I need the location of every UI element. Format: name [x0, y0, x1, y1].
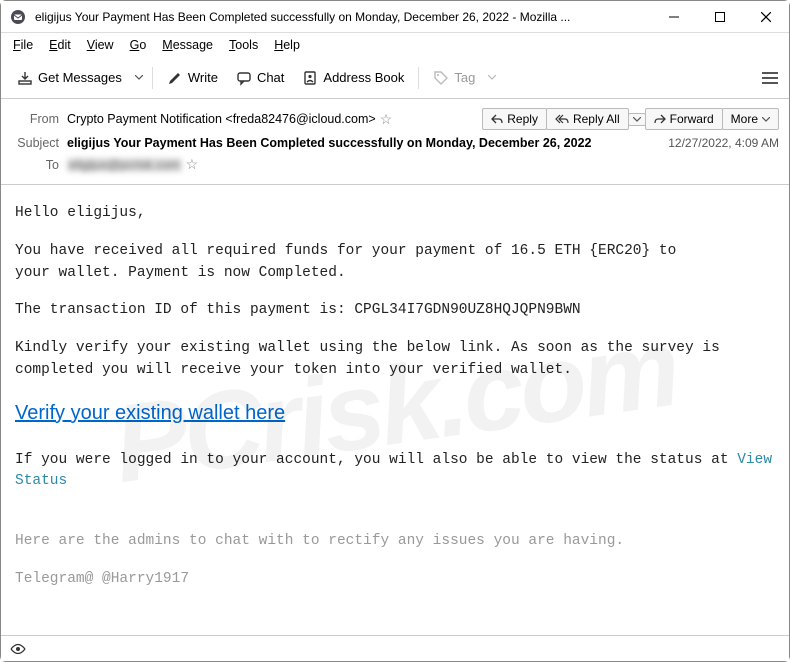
reply-label: Reply	[507, 112, 538, 126]
to-label: To	[11, 158, 59, 172]
forward-icon	[654, 114, 666, 124]
reply-all-icon	[555, 114, 569, 124]
body-paragraph: If you were logged in to your account, y…	[15, 450, 775, 494]
get-messages-label: Get Messages	[38, 70, 122, 85]
menu-view[interactable]: View	[81, 36, 120, 54]
reply-button[interactable]: Reply	[482, 108, 547, 130]
tag-button[interactable]: Tag	[425, 66, 483, 90]
tag-dropdown[interactable]	[485, 71, 499, 84]
menu-help[interactable]: Help	[268, 36, 306, 54]
star-icon[interactable]: ☆	[380, 111, 393, 128]
minimize-button[interactable]	[651, 1, 697, 33]
body-transaction-id: The transaction ID of this payment is: C…	[15, 300, 775, 322]
reply-all-label: Reply All	[573, 112, 620, 126]
app-menu-button[interactable]	[759, 66, 781, 90]
more-label: More	[731, 112, 758, 126]
address-book-button[interactable]: Address Book	[294, 66, 412, 90]
close-button[interactable]	[743, 1, 789, 33]
tag-icon	[433, 70, 449, 86]
chat-label: Chat	[257, 70, 284, 85]
header-actions: Reply Reply All Forward More	[482, 108, 779, 130]
menu-go[interactable]: Go	[124, 36, 153, 54]
get-messages-button[interactable]: Get Messages	[9, 66, 130, 90]
download-icon	[17, 70, 33, 86]
more-button[interactable]: More	[722, 108, 779, 130]
menu-tools[interactable]: Tools	[223, 36, 264, 54]
chat-button[interactable]: Chat	[228, 66, 292, 90]
verify-wallet-link[interactable]: Verify your existing wallet here	[15, 398, 775, 428]
menu-file[interactable]: File	[7, 36, 39, 54]
toolbar-separator	[152, 67, 153, 89]
body-paragraph: You have received all required funds for…	[15, 241, 775, 285]
maximize-button[interactable]	[697, 1, 743, 33]
menu-edit[interactable]: Edit	[43, 36, 77, 54]
subject-label: Subject	[11, 136, 59, 150]
write-label: Write	[188, 70, 218, 85]
menu-message[interactable]: Message	[156, 36, 219, 54]
body-telegram: Telegram@ @Harry1917	[15, 569, 775, 591]
tag-label: Tag	[454, 70, 475, 85]
body-paragraph: Kindly verify your existing wallet using…	[15, 338, 775, 382]
body-greeting: Hello eligijus,	[15, 203, 775, 225]
datetime-value: 12/27/2022, 4:09 AM	[656, 136, 779, 150]
get-messages-dropdown[interactable]	[132, 71, 146, 84]
message-body: PCrisk.com Hello eligijus, You have rece…	[1, 185, 789, 627]
toolbar: Get Messages Write Chat Address Book Tag	[1, 57, 789, 99]
from-value[interactable]: Crypto Payment Notification <freda82476@…	[67, 112, 376, 126]
window-controls	[651, 1, 789, 33]
reply-all-dropdown[interactable]	[628, 113, 646, 126]
window-title: eligijus Your Payment Has Been Completed…	[35, 10, 651, 24]
address-book-icon	[302, 70, 318, 86]
message-headers: From Crypto Payment Notification <freda8…	[1, 99, 789, 185]
pencil-icon	[167, 70, 183, 86]
address-book-label: Address Book	[323, 70, 404, 85]
statusbar	[1, 635, 789, 661]
subject-value: eligijus Your Payment Has Been Completed…	[67, 136, 648, 150]
from-label: From	[11, 112, 59, 126]
reply-all-button[interactable]: Reply All	[546, 108, 629, 130]
toolbar-separator	[418, 67, 419, 89]
forward-label: Forward	[670, 112, 714, 126]
forward-button[interactable]: Forward	[645, 108, 723, 130]
connection-icon[interactable]	[9, 642, 27, 656]
write-button[interactable]: Write	[159, 66, 226, 90]
chat-icon	[236, 70, 252, 86]
star-icon[interactable]: ☆	[186, 156, 199, 173]
body-admins-text: Here are the admins to chat with to rect…	[15, 531, 775, 553]
reply-icon	[491, 114, 503, 124]
to-value[interactable]: eligijus@pcrisk.com	[67, 158, 182, 172]
window-titlebar: eligijus Your Payment Has Been Completed…	[1, 1, 789, 33]
menubar: File Edit View Go Message Tools Help	[1, 33, 789, 57]
app-icon	[9, 8, 27, 26]
